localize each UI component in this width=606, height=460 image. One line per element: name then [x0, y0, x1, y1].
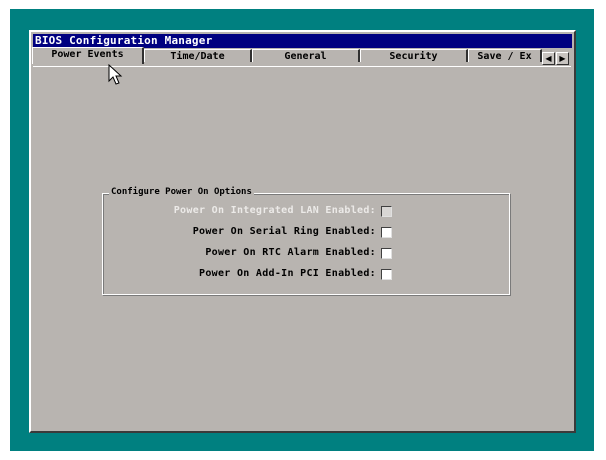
- option-label-rtc-alarm: Power On RTC Alarm Enabled:: [205, 247, 376, 258]
- group-title: Configure Power On Options: [109, 186, 254, 198]
- checkbox-rtc-alarm[interactable]: [381, 248, 392, 259]
- tab-save-exit[interactable]: Save / Ex: [468, 49, 542, 62]
- tab-strip: Power Events Time/Date General Security …: [32, 47, 570, 64]
- tab-label: General: [284, 51, 327, 62]
- tab-general[interactable]: General: [252, 49, 360, 62]
- option-label-integrated-lan: Power On Integrated LAN Enabled:: [173, 205, 376, 216]
- checkbox-add-in-pci[interactable]: [381, 269, 392, 280]
- checkbox-serial-ring[interactable]: [381, 227, 392, 238]
- tab-scroll-right-button[interactable]: ▶: [556, 52, 569, 65]
- option-label-serial-ring: Power On Serial Ring Enabled:: [192, 226, 376, 237]
- window-title-bar: BIOS Configuration Manager: [33, 34, 572, 48]
- window-title: BIOS Configuration Manager: [35, 34, 213, 47]
- tab-scroll-left-button[interactable]: ◀: [542, 52, 555, 65]
- arrow-right-icon: ▶: [559, 54, 566, 63]
- tab-label: Save / Ex: [477, 51, 532, 62]
- tab-label: Security: [389, 51, 438, 62]
- arrow-left-icon: ◀: [545, 54, 552, 63]
- mouse-pointer-icon: [108, 64, 123, 85]
- tab-power-events[interactable]: Power Events: [32, 47, 144, 64]
- tab-time-date[interactable]: Time/Date: [144, 49, 252, 62]
- tab-security[interactable]: Security: [360, 49, 468, 62]
- tab-label: Power Events: [51, 49, 124, 60]
- option-label-add-in-pci: Power On Add-In PCI Enabled:: [199, 268, 376, 279]
- checkbox-integrated-lan[interactable]: [381, 206, 392, 217]
- tab-label: Time/Date: [170, 51, 225, 62]
